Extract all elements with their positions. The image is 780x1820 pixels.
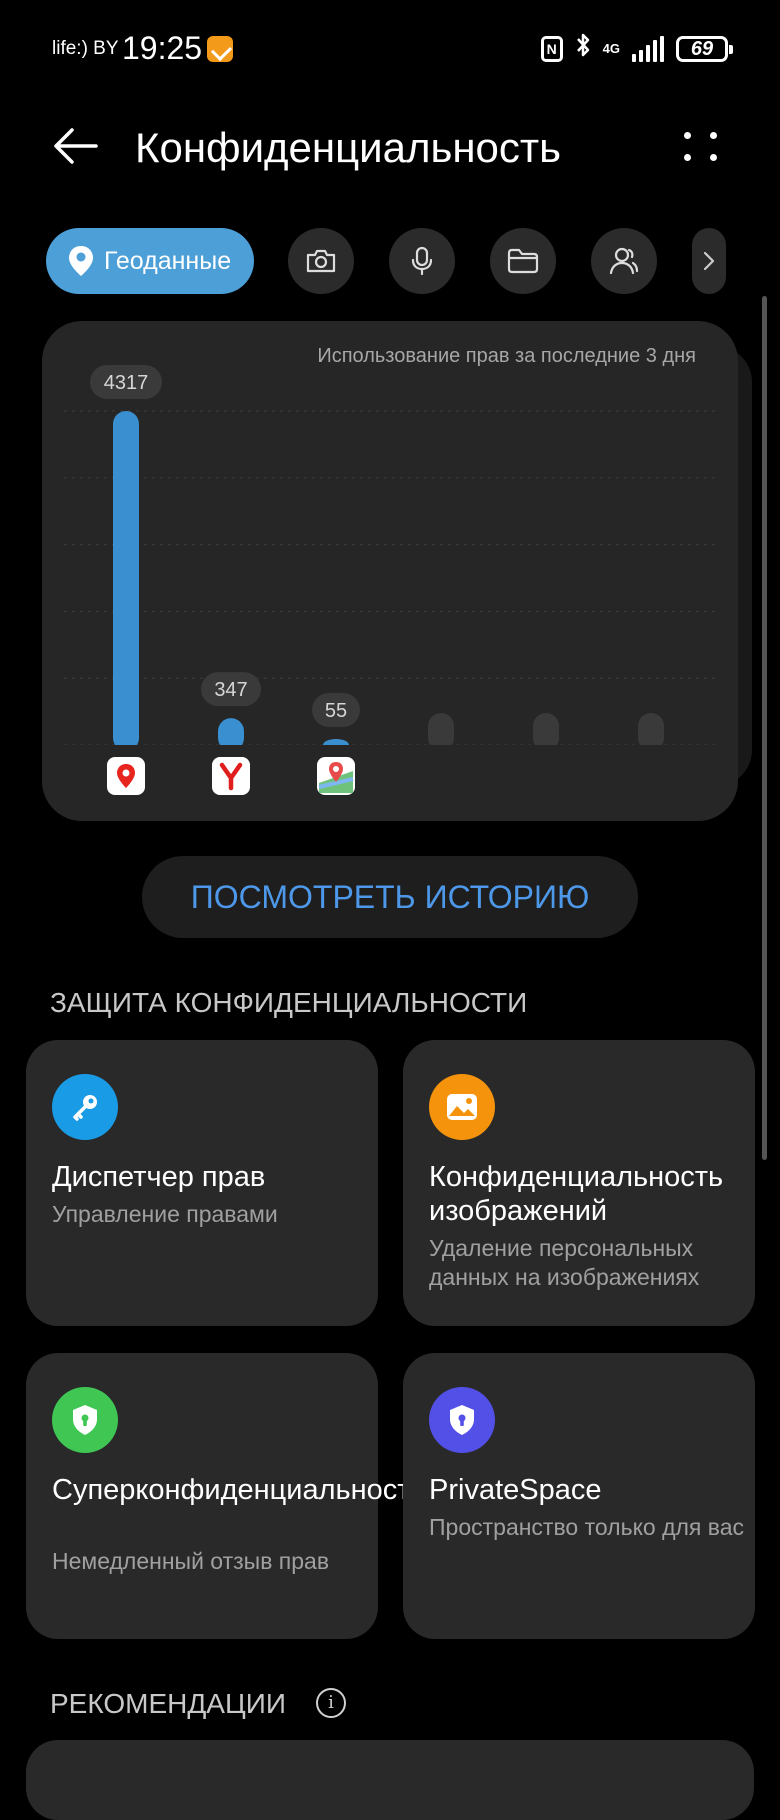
tile-subtitle: Пространство только для вас: [429, 1514, 745, 1540]
privacy-section-title: ЗАЩИТА КОНФИДЕНЦИАЛЬНОСТИ: [50, 987, 528, 1018]
shield-lock-icon: [450, 1405, 474, 1435]
tab-contacts[interactable]: [591, 228, 657, 294]
recommendation-card[interactable]: [26, 1740, 754, 1820]
tile-title: Суперконфиденциальность: [52, 1474, 426, 1506]
tile-private-space[interactable]: PrivateSpace Пространство только для вас: [403, 1353, 755, 1639]
camera-icon: [306, 249, 336, 273]
scrollbar[interactable]: [762, 296, 767, 1160]
bluetooth-icon: [575, 32, 591, 65]
app-icon-maps-pin[interactable]: [107, 757, 145, 795]
status-icons: N 4G 69: [540, 32, 733, 65]
image-icon: [447, 1094, 477, 1120]
tab-files[interactable]: [490, 228, 556, 294]
tile-super-privacy[interactable]: Суперконфиденциальность Немедленный отзы…: [26, 1353, 426, 1639]
tab-microphone[interactable]: [389, 228, 455, 294]
recommendations-title: РЕКОМЕНДАЦИИ: [50, 1688, 286, 1719]
battery-level: 69: [690, 37, 714, 60]
tile-title: Диспетчер прав: [52, 1161, 266, 1193]
back-arrow-icon: [54, 128, 98, 164]
app-bar: Конфиденциальность: [0, 110, 780, 182]
view-history-button[interactable]: ПОСМОТРЕТЬ ИСТОРИЮ: [142, 856, 638, 938]
tab-location[interactable]: Геоданные: [46, 228, 254, 294]
app-icon-yandex[interactable]: [212, 757, 250, 795]
info-icon[interactable]: i: [316, 1688, 346, 1718]
tile-icon-private-space: [429, 1387, 495, 1453]
tile-icon-permission-manager: [52, 1074, 118, 1140]
battery-icon: 69: [676, 35, 733, 62]
key-icon: [73, 1095, 97, 1121]
chart-bar[interactable]: [113, 411, 139, 751]
usage-chart-card[interactable]: Использование прав за последние 3 дня 43…: [42, 321, 738, 821]
chart-value-label: 4317: [104, 372, 149, 394]
network-type: 4G: [602, 40, 620, 56]
chevron-right-icon: [703, 251, 715, 271]
person-icon: [609, 247, 639, 275]
more-options-button[interactable]: [684, 126, 720, 166]
microphone-icon: [411, 246, 433, 276]
carrier-name: life:) BY: [52, 38, 119, 59]
tile-title: PrivateSpace: [429, 1474, 602, 1506]
tile-subtitle: Управление правами: [52, 1201, 278, 1227]
tab-camera[interactable]: [288, 228, 354, 294]
status-bar: life:) BY 19:25 N 4G 69: [0, 0, 780, 96]
nfc-icon: N: [540, 35, 563, 62]
chart-baseline-mask: [42, 745, 738, 753]
chart-value-label: 55: [325, 700, 347, 722]
tile-icon-image-privacy: [429, 1074, 495, 1140]
app-icon-maps[interactable]: [317, 757, 355, 795]
tile-subtitle: Удаление персональных данных на изображе…: [429, 1235, 700, 1290]
usage-bar-chart: 4317 347 55: [42, 365, 738, 795]
clock: 19:25: [122, 30, 203, 66]
tile-icon-super-privacy: [52, 1387, 118, 1453]
signal-icon: [632, 35, 664, 62]
folder-icon: [507, 248, 539, 274]
shield-lock-icon: [73, 1405, 97, 1435]
chart-value-label: 347: [214, 679, 247, 701]
tile-title: Конфиденциальность изображений: [429, 1161, 724, 1227]
location-pin-icon: [69, 246, 93, 276]
tile-permission-manager[interactable]: Диспетчер прав Управление правами: [26, 1040, 378, 1326]
tab-location-label: Геоданные: [104, 246, 232, 275]
notification-app-icon: [207, 36, 233, 62]
tile-image-privacy[interactable]: Конфиденциальность изображений Удаление …: [403, 1040, 755, 1326]
tabs-scroll-right-button[interactable]: [692, 228, 726, 294]
tile-subtitle: Немедленный отзыв прав: [52, 1548, 330, 1574]
back-button[interactable]: [52, 126, 98, 166]
page-title: Конфиденциальность: [135, 124, 562, 171]
